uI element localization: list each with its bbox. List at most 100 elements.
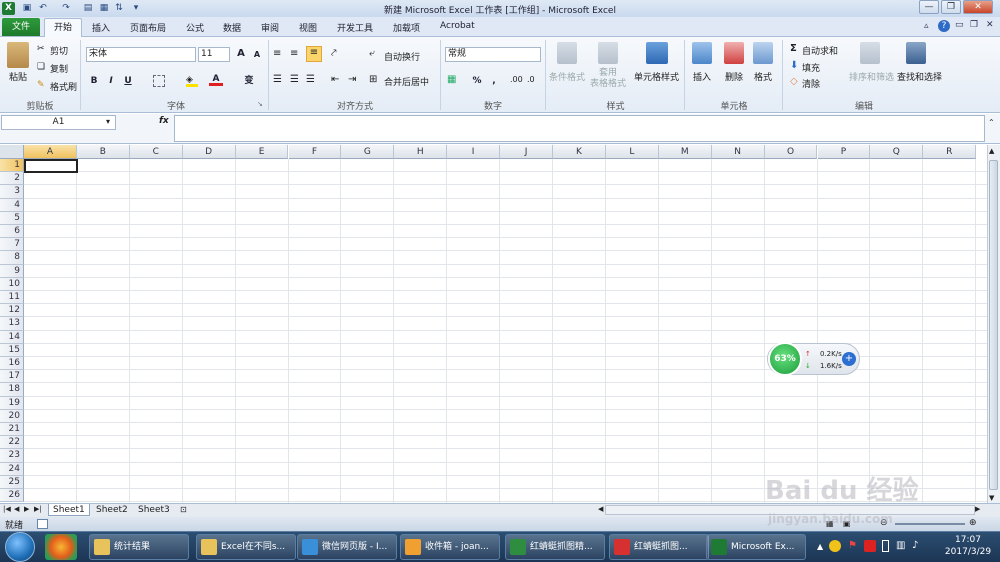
column-header[interactable]: I: [447, 145, 501, 159]
column-header[interactable]: Q: [870, 145, 924, 159]
sort-filter-icon[interactable]: [860, 42, 880, 64]
sort-filter-button[interactable]: 排序和筛选: [849, 70, 894, 83]
row-header[interactable]: 2: [0, 172, 24, 186]
taskbar-item[interactable]: 微信网页版 - I...: [297, 534, 397, 560]
start-button[interactable]: [5, 532, 35, 562]
row-header[interactable]: 13: [0, 317, 24, 331]
align-center-icon[interactable]: ☰: [290, 74, 299, 85]
align-left-icon[interactable]: ☰: [273, 74, 282, 85]
autosum-icon[interactable]: Σ: [790, 43, 797, 54]
sheet-nav-prev-icon[interactable]: ◀: [14, 505, 19, 513]
zoom-slider[interactable]: [895, 523, 965, 525]
format-painter-icon[interactable]: ✎: [37, 80, 45, 90]
taskbar-item[interactable]: 统计结果: [89, 534, 189, 560]
pinned-app-icon[interactable]: [45, 534, 77, 560]
italic-button[interactable]: I: [104, 74, 118, 88]
fill-icon[interactable]: ⬇: [790, 60, 798, 71]
underline-button[interactable]: U: [121, 74, 135, 88]
row-header[interactable]: 10: [0, 277, 24, 291]
scroll-right-icon[interactable]: ▶: [975, 505, 980, 513]
select-all-corner[interactable]: [0, 145, 24, 159]
insert-cells-button[interactable]: 插入: [693, 70, 711, 83]
column-header[interactable]: G: [341, 145, 395, 159]
sheet-tab-1[interactable]: Sheet1: [48, 504, 90, 516]
row-header[interactable]: 11: [0, 291, 24, 305]
column-header[interactable]: C: [129, 145, 183, 159]
row-header[interactable]: 1: [0, 159, 24, 173]
comma-button[interactable]: ,: [487, 74, 501, 88]
taskbar-item[interactable]: Excel在不同s...: [196, 534, 296, 560]
row-header[interactable]: 19: [0, 396, 24, 410]
restore-button[interactable]: ❐: [941, 0, 961, 14]
find-select-icon[interactable]: [906, 42, 926, 64]
align-right-icon[interactable]: ☰: [306, 74, 315, 85]
row-header[interactable]: 16: [0, 357, 24, 371]
column-header[interactable]: J: [500, 145, 553, 159]
row-header[interactable]: 22: [0, 436, 24, 450]
font-dialog-launcher-icon[interactable]: ↘: [257, 100, 263, 108]
row-header[interactable]: 18: [0, 383, 24, 397]
row-header[interactable]: 5: [0, 211, 24, 225]
decrease-indent-icon[interactable]: ⇤: [331, 74, 339, 85]
row-header[interactable]: 3: [0, 185, 24, 199]
column-header[interactable]: M: [658, 145, 712, 159]
column-header[interactable]: O: [764, 145, 818, 159]
close-button[interactable]: ✕: [963, 0, 993, 14]
taskbar-item[interactable]: 红蜻蜓抓图精...: [505, 534, 605, 560]
autosum-button[interactable]: 自动求和: [802, 44, 838, 57]
column-header[interactable]: B: [76, 145, 130, 159]
align-middle-icon[interactable]: ≡: [290, 48, 298, 59]
format-as-table-icon[interactable]: [598, 42, 618, 64]
battery-icon[interactable]: [882, 540, 889, 552]
column-header[interactable]: R: [923, 145, 977, 159]
delete-cells-icon[interactable]: [724, 42, 744, 64]
sheet-nav-last-icon[interactable]: ▶|: [34, 505, 42, 513]
row-header[interactable]: 17: [0, 370, 24, 384]
flag-icon[interactable]: ⚑: [848, 540, 857, 551]
tab-developer[interactable]: 开发工具: [337, 21, 373, 34]
column-header[interactable]: A: [24, 145, 77, 159]
cut-icon[interactable]: ✂: [37, 44, 45, 54]
volume-icon[interactable]: ♪: [912, 540, 918, 551]
tab-review[interactable]: 审阅: [261, 21, 279, 34]
format-cells-button[interactable]: 格式: [754, 70, 772, 83]
font-color-button[interactable]: A: [209, 72, 223, 86]
sheet-tab-3[interactable]: Sheet3: [134, 504, 174, 516]
memory-usage-gauge[interactable]: 63%: [768, 342, 802, 376]
sheet-nav-next-icon[interactable]: ▶: [24, 505, 29, 513]
column-header[interactable]: P: [817, 145, 871, 159]
fill-button[interactable]: 填充: [802, 61, 820, 74]
name-box-dropdown-icon[interactable]: ▾: [106, 117, 110, 126]
decrease-decimal-icon[interactable]: .0: [527, 75, 535, 84]
tab-view[interactable]: 视图: [299, 21, 317, 34]
percent-button[interactable]: %: [470, 74, 484, 88]
tab-file[interactable]: 文件: [2, 18, 40, 36]
doc-close-icon[interactable]: ✕: [986, 20, 994, 30]
tray-expand-icon[interactable]: ▲: [817, 542, 823, 551]
increase-indent-icon[interactable]: ⇥: [348, 74, 356, 85]
row-header[interactable]: 14: [0, 330, 24, 344]
name-box[interactable]: A1: [1, 115, 116, 130]
row-header[interactable]: 15: [0, 343, 24, 357]
row-header[interactable]: 26: [0, 489, 24, 503]
zoom-in-icon[interactable]: ⊕: [969, 518, 977, 528]
fill-color-icon[interactable]: ◈: [186, 75, 198, 87]
sheet-tab-2[interactable]: Sheet2: [92, 504, 132, 516]
column-header[interactable]: N: [711, 145, 765, 159]
delete-cells-button[interactable]: 删除: [725, 70, 743, 83]
grow-font-button[interactable]: A: [234, 47, 248, 61]
antivirus-icon[interactable]: [864, 540, 876, 552]
doc-minimize-icon[interactable]: ▭: [955, 20, 964, 30]
active-cell[interactable]: [24, 159, 78, 173]
accounting-format-icon[interactable]: ▦: [447, 74, 456, 85]
cell-styles-icon[interactable]: [646, 42, 668, 64]
insert-sheet-icon[interactable]: ⊡: [180, 505, 187, 514]
font-name-combo[interactable]: 宋体: [86, 47, 196, 62]
border-icon[interactable]: [153, 75, 165, 87]
minimize-button[interactable]: —: [919, 0, 939, 14]
conditional-format-button[interactable]: 条件格式: [549, 70, 585, 83]
tray-app-icon[interactable]: [829, 540, 841, 552]
taskbar-item[interactable]: Microsoft Ex...: [706, 534, 806, 560]
row-header[interactable]: 20: [0, 409, 24, 423]
row-header[interactable]: 6: [0, 225, 24, 239]
